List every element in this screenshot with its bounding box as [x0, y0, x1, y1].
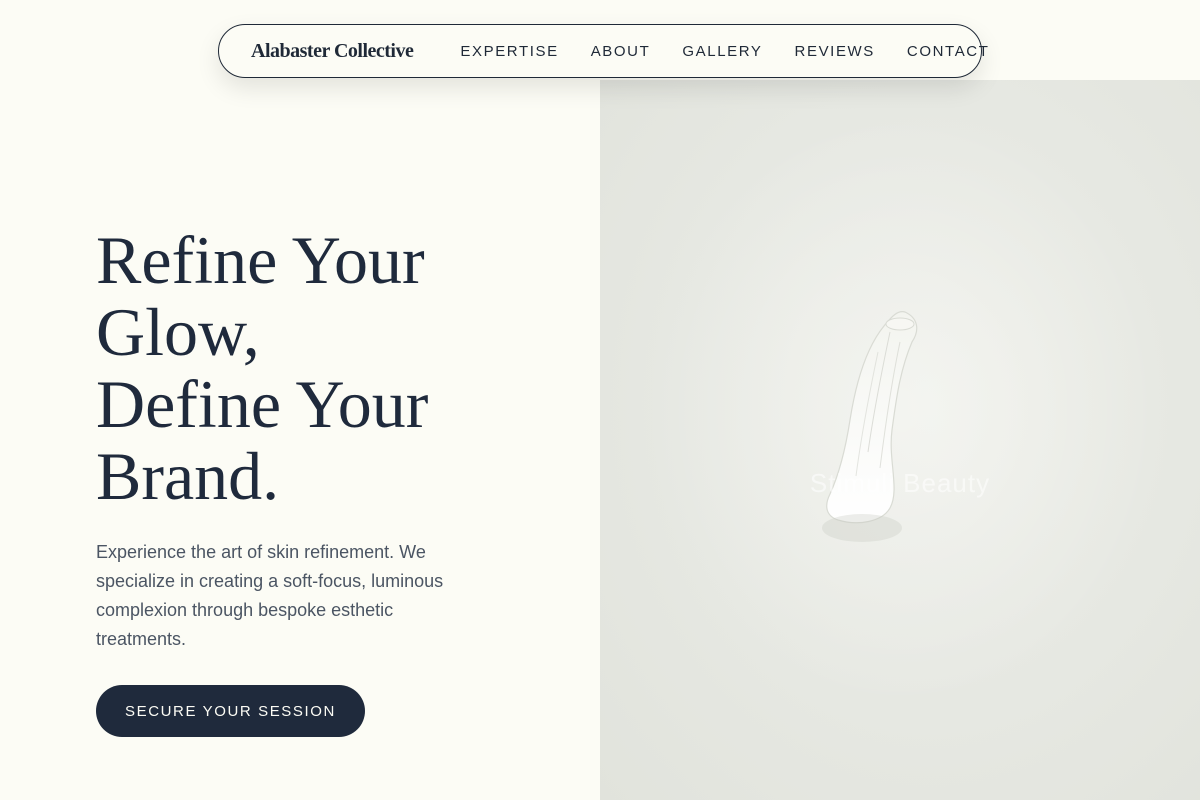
nav-link-gallery[interactable]: GALLERY [682, 43, 762, 60]
hero-description: Experience the art of skin refinement. W… [96, 542, 444, 649]
nav-link-about[interactable]: ABOUT [591, 43, 651, 60]
nav-link-reviews[interactable]: REVIEWS [795, 43, 875, 60]
brand-logo[interactable]: Alabaster Collective [251, 40, 414, 63]
nav-link-contact[interactable]: CONTACT [907, 43, 990, 60]
hero-title-line-2: Glow, [96, 294, 260, 370]
nav-links: EXPERTISE ABOUT GALLERY REVIEWS CONTACT [460, 43, 989, 60]
nav-link-expertise[interactable]: EXPERTISE [460, 43, 558, 60]
cream-swatch-image [640, 110, 1160, 710]
secure-session-button[interactable]: SECURE YOUR SESSION [96, 685, 365, 737]
hero-image: Stimuli Beauty [600, 80, 1200, 800]
top-navbar: Alabaster Collective EXPERTISE ABOUT GAL… [218, 24, 988, 78]
hero-title-line-1: Refine Your [96, 222, 425, 298]
image-watermark: Stimuli Beauty [809, 468, 991, 498]
hero-title: Refine Your Glow, Define Your Brand. [96, 224, 576, 512]
hero-title-line-3: Define Your [96, 366, 429, 442]
hero-title-line-4: Brand. [96, 438, 280, 514]
page: Alabaster Collective EXPERTISE ABOUT GAL… [0, 0, 1200, 800]
